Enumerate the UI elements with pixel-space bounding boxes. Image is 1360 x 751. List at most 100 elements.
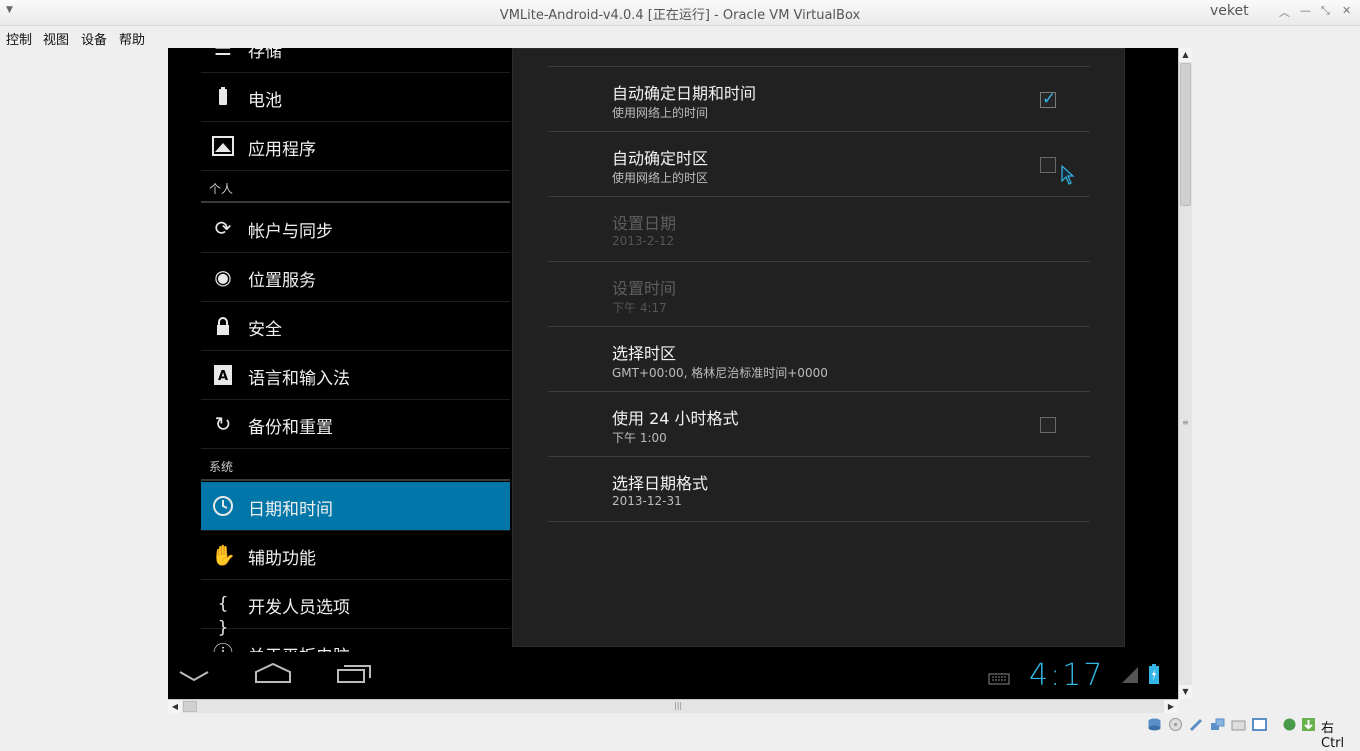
settings-item-battery[interactable]: 电池 [201, 73, 510, 122]
home-icon[interactable] [254, 662, 292, 688]
menu-help[interactable]: 帮助 [119, 29, 145, 48]
pref-summary: 2013-12-31 [612, 494, 682, 508]
settings-item-storage[interactable]: ☰ 存储 [201, 48, 510, 73]
vertical-scrollbar[interactable]: ▲ ≡ ▼ [1178, 48, 1192, 699]
pref-title: 自动确定日期和时间 [612, 84, 757, 103]
pref-summary: 使用网络上的时区 [612, 171, 709, 185]
hard-disk-icon[interactable] [1147, 717, 1162, 732]
pref-summary: 使用网络上的时间 [612, 106, 709, 120]
optical-drive-icon[interactable] [1168, 717, 1183, 732]
user-name: veket [1210, 3, 1249, 19]
battery-charging-icon [1147, 663, 1161, 689]
mouse-integration-icon[interactable] [1301, 717, 1316, 732]
window-title: VMLite-Android-v4.0.4 [正在运行] - Oracle VM… [499, 8, 861, 23]
section-personal: 个人 [209, 182, 234, 196]
pref-use-24h[interactable]: 使用 24 小时格式 下午 1:00 [548, 392, 1090, 457]
minimize-icon[interactable]: — [1300, 4, 1311, 17]
usb-icon[interactable] [1189, 717, 1204, 732]
scroll-right-icon[interactable]: ▶ [1164, 700, 1178, 713]
settings-item-accessibility[interactable]: ✋ 辅助功能 [201, 531, 510, 580]
pref-date-format[interactable]: 选择日期格式 2013-12-31 [548, 457, 1090, 522]
settings-item-apps[interactable]: 应用程序 [201, 122, 510, 171]
virtualbox-statusbar: 右 Ctrl [0, 713, 1360, 751]
section-system: 系统 [209, 460, 234, 474]
settings-item-developer[interactable]: { } 开发人员选项 [201, 580, 510, 638]
capture-icon[interactable] [1282, 717, 1297, 732]
battery-icon [211, 85, 235, 109]
settings-item-label: 语言和输入法 [248, 369, 350, 389]
close-icon[interactable]: ✕ [1342, 4, 1351, 17]
pref-title: 设置日期 [612, 214, 677, 233]
braces-icon: { } [217, 594, 229, 638]
section-divider [201, 201, 510, 203]
settings-item-language[interactable]: A 语言和输入法 [201, 351, 510, 400]
settings-item-label: 帐户与同步 [248, 222, 333, 242]
settings-item-label: 位置服务 [248, 271, 316, 291]
pref-summary: 2013-2-12 [612, 234, 675, 248]
recent-apps-icon[interactable] [336, 662, 372, 688]
auto-datetime-checkbox[interactable]: ✓ [1040, 89, 1057, 109]
pref-title: 选择时区 [612, 344, 677, 363]
keyboard-icon[interactable] [988, 670, 1010, 689]
settings-item-label: 日期和时间 [248, 500, 333, 520]
android-navbar: 4:17 [168, 652, 1178, 699]
settings-item-backup[interactable]: ↻ 备份和重置 [201, 400, 510, 449]
settings-item-label: 关于平板电脑 [248, 642, 350, 652]
settings-item-about[interactable]: ⓘ 关于平板电脑 [201, 629, 510, 652]
backup-icon: ↻ [214, 412, 232, 436]
svg-text:A: A [218, 369, 228, 384]
settings-item-label: 安全 [248, 320, 282, 340]
scroll-grip-icon: ||| [674, 701, 683, 710]
maximize-icon[interactable]: ⤡ [1321, 4, 1330, 18]
language-icon: A [211, 363, 235, 387]
menu-control[interactable]: 控制 [6, 29, 32, 48]
pref-title: 选择日期格式 [612, 474, 709, 493]
clock-icon [211, 494, 235, 518]
vm-screen[interactable]: ☰ 存储 电池 应用程序 个人 ⟳ 帐户与同步 ◉ 位置服务 安全 A 语言和输… [168, 48, 1178, 699]
info-icon: ⓘ [211, 641, 235, 652]
settings-item-label: 电池 [248, 91, 282, 111]
datetime-panel: 自动确定日期和时间 使用网络上的时间 ✓ 自动确定时区 使用网络上的时区 设置日… [512, 48, 1125, 647]
checkmark-icon: ✓ [1042, 89, 1057, 109]
scroll-down-icon[interactable]: ▼ [1179, 685, 1192, 699]
settings-item-accounts[interactable]: ⟳ 帐户与同步 [201, 204, 510, 253]
scroll-up-icon[interactable]: ▲ [1179, 48, 1192, 62]
host-key-label: 右 Ctrl [1321, 721, 1345, 751]
scroll-left-icon[interactable]: ◀ [168, 700, 182, 713]
sync-icon: ⟳ [214, 216, 232, 240]
pref-auto-datetime[interactable]: 自动确定日期和时间 使用网络上的时间 ✓ [548, 67, 1090, 132]
network-icon[interactable] [1210, 717, 1225, 732]
horizontal-scrollbar[interactable]: ◀ ||| ▶ [168, 699, 1178, 713]
window-up-icon[interactable]: ︿ [1279, 4, 1290, 20]
back-icon[interactable] [178, 668, 210, 687]
scroll-grip-icon: ≡ [1182, 418, 1189, 427]
menu-view[interactable]: 视图 [43, 29, 69, 48]
use-24h-checkbox[interactable] [1040, 417, 1056, 433]
menubar: 控制 视图 设备 帮助 [0, 26, 1360, 48]
settings-item-label: 备份和重置 [248, 418, 333, 438]
pref-select-timezone[interactable]: 选择时区 GMT+00:00, 格林尼治标准时间+0000 [548, 327, 1090, 392]
pref-auto-timezone[interactable]: 自动确定时区 使用网络上的时区 [548, 132, 1090, 197]
apps-icon [211, 134, 235, 158]
signal-icon [1121, 666, 1139, 688]
settings-item-location[interactable]: ◉ 位置服务 [201, 253, 510, 302]
settings-item-label: 开发人员选项 [248, 598, 350, 618]
settings-item-security[interactable]: 安全 [201, 302, 510, 351]
pref-title: 使用 24 小时格式 [612, 409, 739, 428]
settings-item-datetime[interactable]: 日期和时间 [201, 482, 510, 531]
display-icon[interactable] [1252, 717, 1267, 732]
pref-summary: GMT+00:00, 格林尼治标准时间+0000 [612, 366, 828, 380]
pref-summary: 下午 4:17 [612, 301, 667, 315]
pref-title: 自动确定时区 [612, 149, 709, 168]
settings-item-label: 存储 [248, 48, 282, 62]
window-titlebar: ▼ VMLite-Android-v4.0.4 [正在运行] - Oracle … [0, 0, 1360, 26]
settings-item-label: 辅助功能 [248, 549, 316, 569]
menu-devices[interactable]: 设备 [81, 29, 107, 48]
section-divider [201, 479, 510, 481]
lock-icon [211, 314, 235, 338]
auto-timezone-checkbox[interactable] [1040, 157, 1056, 173]
shared-folder-icon[interactable] [1231, 717, 1246, 732]
horizontal-scroll-thumb[interactable] [183, 701, 197, 712]
settings-list[interactable]: ☰ 存储 电池 应用程序 个人 ⟳ 帐户与同步 ◉ 位置服务 安全 A 语言和输… [201, 48, 510, 652]
vertical-scroll-thumb[interactable] [1180, 63, 1191, 206]
